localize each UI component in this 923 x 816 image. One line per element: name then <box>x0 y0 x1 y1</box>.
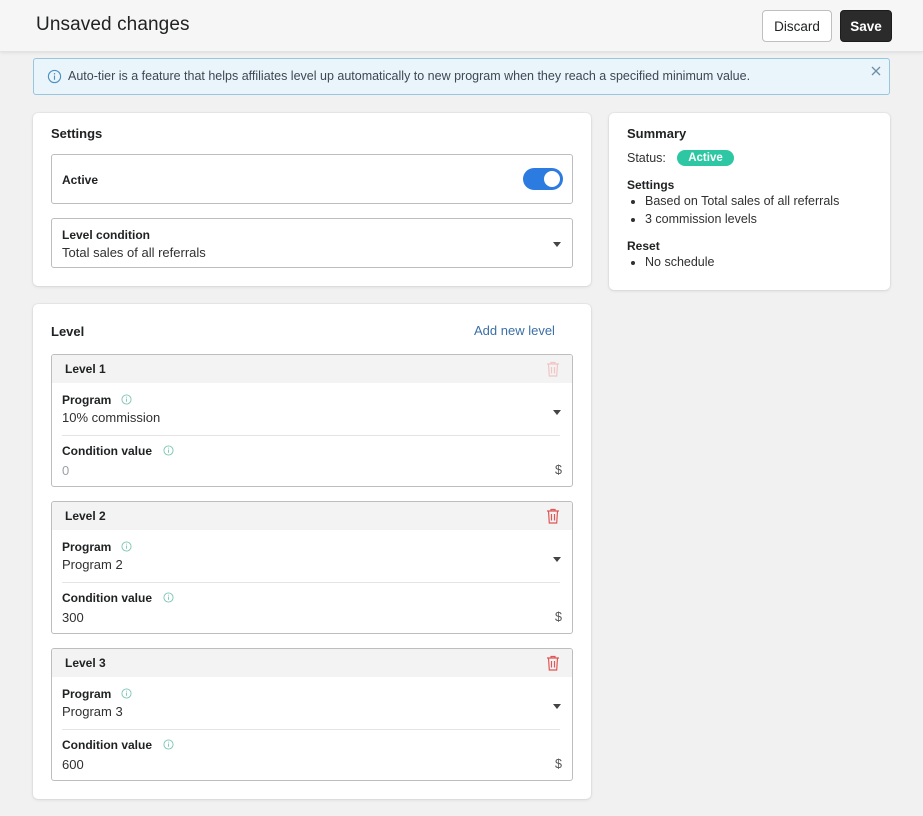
toggle-knob <box>544 171 560 187</box>
program-value: Program 3 <box>62 704 123 719</box>
level-block-1: Level 1 Program 10% commission Condition… <box>51 354 573 487</box>
info-icon <box>121 541 132 552</box>
condition-value-label: Condition value <box>62 738 152 752</box>
close-icon[interactable] <box>870 65 882 77</box>
level-header: Level 1 <box>52 355 572 383</box>
level-condition-select[interactable]: Level condition Total sales of all refer… <box>51 218 573 268</box>
page-title: Unsaved changes <box>36 14 190 35</box>
settings-card: Settings Active Level condition Total sa… <box>33 113 591 286</box>
program-label: Program <box>62 687 112 701</box>
divider <box>62 435 560 436</box>
condition-value-input[interactable]: 0 <box>62 463 69 478</box>
divider <box>62 729 560 730</box>
level-block-2: Level 2 Program Program 2 Condition valu… <box>51 501 573 634</box>
discard-button[interactable]: Discard <box>762 10 832 42</box>
condition-value-input[interactable]: 300 <box>62 610 84 625</box>
info-banner: Auto-tier is a feature that helps affili… <box>33 58 890 95</box>
status-label: Status: <box>627 151 666 165</box>
level-name: Level 3 <box>65 656 106 670</box>
program-value: 10% commission <box>62 410 161 425</box>
summary-card: Summary Status: Active Settings Based on… <box>609 113 890 290</box>
chevron-down-icon <box>553 410 561 415</box>
add-new-level-link[interactable]: Add new level <box>474 323 555 338</box>
active-label: Active <box>62 173 99 187</box>
banner-text: Auto-tier is a feature that helps affili… <box>68 69 751 83</box>
level-header: Level 2 <box>52 502 572 530</box>
save-button[interactable]: Save <box>840 10 892 42</box>
level-block-3: Level 3 Program Program 3 Condition valu… <box>51 648 573 781</box>
summary-reset-heading: Reset <box>627 239 660 253</box>
condition-value-label: Condition value <box>62 591 152 605</box>
trash-icon <box>547 361 559 377</box>
trash-icon[interactable] <box>546 508 560 524</box>
program-label: Program <box>62 540 112 554</box>
settings-heading: Settings <box>51 126 103 141</box>
currency-suffix: $ <box>555 757 562 771</box>
level-condition-label: Level condition <box>62 228 151 242</box>
program-value: Program 2 <box>62 557 123 572</box>
level-header: Level 3 <box>52 649 572 677</box>
currency-suffix: $ <box>555 610 562 624</box>
trash-icon[interactable] <box>546 655 560 671</box>
level-card: Level Add new level Level 1 Program 10% … <box>33 304 591 799</box>
chevron-down-icon <box>553 242 561 247</box>
info-icon <box>121 394 132 405</box>
condition-value-label: Condition value <box>62 444 152 458</box>
info-icon <box>163 445 174 456</box>
summary-settings-heading: Settings <box>627 178 675 192</box>
program-select[interactable]: Program Program 2 <box>52 530 572 582</box>
currency-suffix: $ <box>555 463 562 477</box>
chevron-down-icon <box>553 704 561 709</box>
level-heading: Level <box>51 324 85 339</box>
divider <box>62 582 560 583</box>
level-name: Level 2 <box>65 509 106 523</box>
summary-settings-item: 3 commission levels <box>645 212 757 226</box>
bullet-dot <box>631 200 635 204</box>
program-select[interactable]: Program Program 3 <box>52 677 572 729</box>
status-badge: Active <box>677 150 734 166</box>
summary-reset-item: No schedule <box>645 255 715 269</box>
summary-settings-item: Based on Total sales of all referrals <box>645 194 840 208</box>
info-icon <box>163 739 174 750</box>
active-row: Active <box>51 154 573 204</box>
program-label: Program <box>62 393 112 407</box>
program-select[interactable]: Program 10% commission <box>52 383 572 435</box>
level-name: Level 1 <box>65 362 106 376</box>
condition-value-input[interactable]: 600 <box>62 757 84 772</box>
bullet-dot <box>631 261 635 265</box>
chevron-down-icon <box>553 557 561 562</box>
info-icon <box>47 69 62 84</box>
active-toggle[interactable] <box>523 168 563 190</box>
level-condition-value: Total sales of all referrals <box>62 245 206 260</box>
top-bar: Unsaved changes Discard Save <box>0 0 923 52</box>
bullet-dot <box>631 218 635 222</box>
info-icon <box>163 592 174 603</box>
summary-heading: Summary <box>627 126 687 141</box>
info-icon <box>121 688 132 699</box>
